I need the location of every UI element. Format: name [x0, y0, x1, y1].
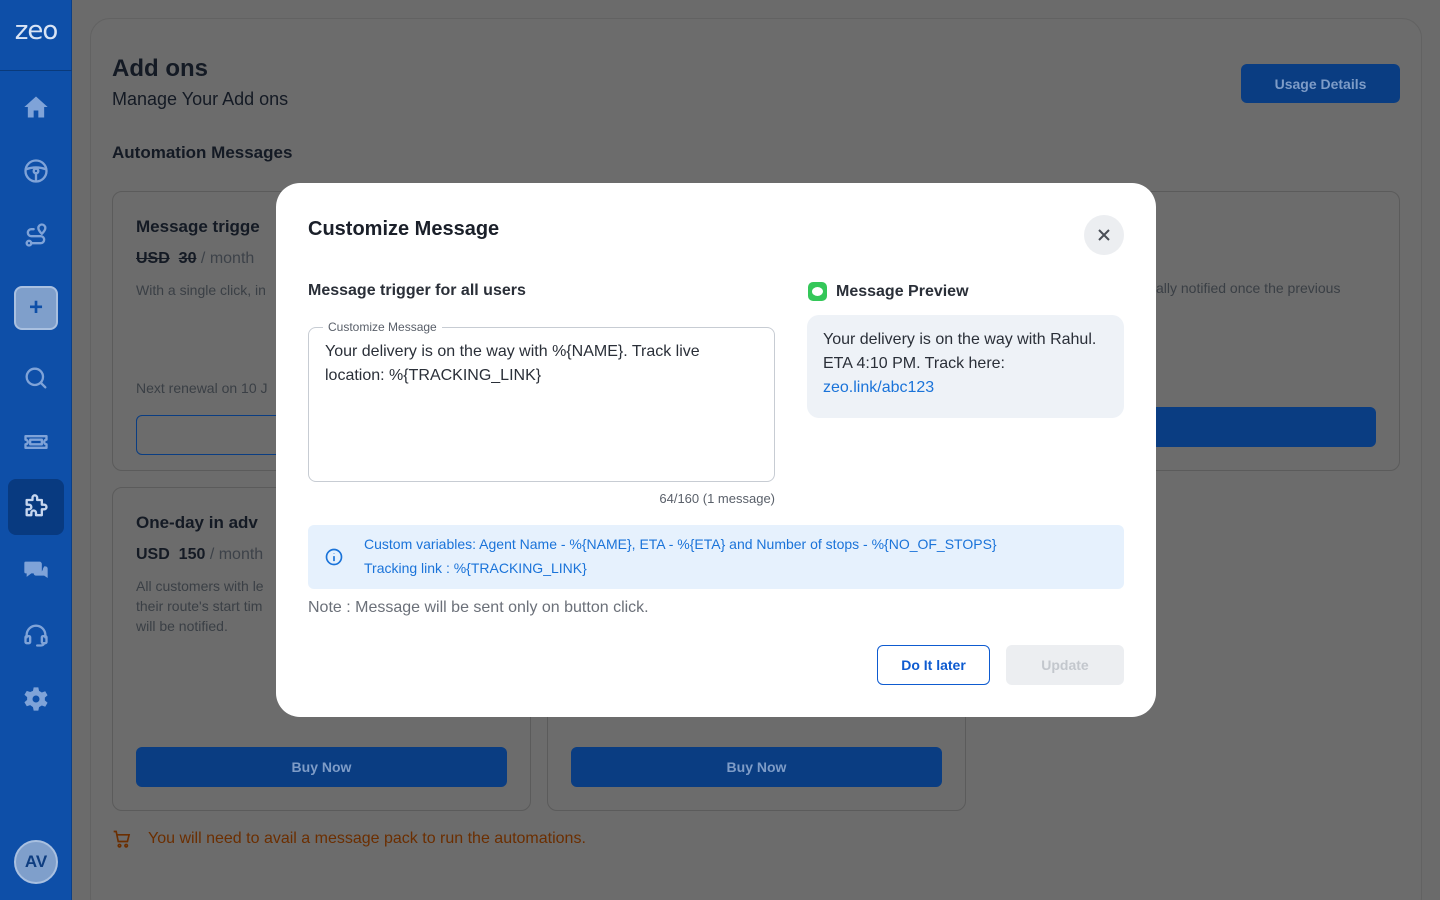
custom-variables-info: Custom variables: Agent Name - %{NAME}, …: [308, 525, 1124, 589]
card-description-line: All customers with le: [136, 578, 264, 594]
message-textarea[interactable]: Your delivery is on the way with %{NAME}…: [325, 340, 755, 470]
sidebar-item-chat[interactable]: [8, 543, 64, 599]
sidebar-item-routes[interactable]: [8, 207, 64, 263]
headset-icon: [24, 624, 48, 647]
info-tracking-link: Tracking link : %{TRACKING_LINK}: [364, 560, 587, 576]
ticket-icon: [24, 435, 48, 449]
message-bubble-icon: [808, 282, 827, 301]
home-icon: [24, 96, 48, 118]
character-count: 64/160 (1 message): [659, 491, 775, 506]
sidebar-item-tickets[interactable]: [8, 414, 64, 470]
gear-icon: [24, 687, 48, 711]
close-button[interactable]: [1084, 215, 1124, 255]
card-description: With a single click, in: [136, 282, 266, 298]
message-field[interactable]: Customize Message Your delivery is on th…: [308, 320, 775, 482]
chat-icon: [24, 561, 48, 578]
preview-text: Your delivery is on the way with Rahul. …: [823, 331, 1097, 372]
buy-now-button[interactable]: Buy Now: [571, 747, 942, 787]
modal-title: Customize Message: [308, 218, 500, 240]
card-action-button[interactable]: [1140, 407, 1376, 447]
search-icon: [25, 367, 47, 389]
do-it-later-button[interactable]: Do It later: [877, 645, 990, 685]
update-button[interactable]: Update: [1006, 645, 1124, 685]
close-icon: [1098, 229, 1110, 241]
route-icon: [25, 223, 47, 247]
preview-link[interactable]: zeo.link/abc123: [823, 379, 934, 396]
user-avatar[interactable]: AV: [14, 840, 58, 884]
card-title: One-day in adv: [136, 513, 258, 532]
price-amount: 30: [178, 250, 197, 267]
page-title: Add ons: [112, 55, 208, 82]
preview-header: Message Preview: [808, 282, 969, 301]
sidebar-item-home[interactable]: [8, 79, 64, 135]
cart-icon: [113, 830, 131, 848]
price-period: / month: [200, 250, 255, 267]
message-pack-warning: You will need to avail a message pack to…: [112, 829, 586, 849]
sidebar-item-addons[interactable]: [8, 479, 64, 535]
preview-label: Message Preview: [836, 282, 969, 300]
sidebar-item-search[interactable]: [8, 350, 64, 406]
sidebar-item-support[interactable]: [8, 607, 64, 663]
price-period: / month: [209, 546, 264, 563]
sidebar-add-button[interactable]: +: [14, 286, 58, 330]
customize-message-modal: Customize Message Message trigger for al…: [276, 183, 1156, 717]
trigger-label: Message trigger for all users: [308, 282, 526, 299]
info-icon: [324, 547, 344, 567]
card-description-line: their route's start tim: [136, 598, 263, 614]
card-description: ally notified once the previous: [1156, 280, 1341, 296]
puzzle-icon: [25, 494, 48, 517]
usage-details-button[interactable]: Usage Details: [1241, 64, 1400, 103]
send-note: Note : Message will be sent only on butt…: [308, 599, 649, 616]
zeo-logo[interactable]: zeo: [0, 16, 72, 46]
card-title: Message trigge: [136, 217, 260, 236]
page-subtitle: Manage Your Add ons: [112, 89, 289, 109]
card-description-line: will be notified.: [136, 618, 228, 634]
price-currency: USD: [136, 546, 170, 563]
info-variables: Custom variables: Agent Name - %{NAME}, …: [364, 536, 997, 552]
sidebar: zeo + AV: [0, 0, 72, 900]
card-price: USD 30 / month: [136, 250, 254, 268]
card-renewal: Next renewal on 10 J: [136, 380, 268, 396]
sidebar-item-settings[interactable]: [8, 671, 64, 727]
price-currency: USD: [136, 250, 170, 267]
buy-now-button[interactable]: Buy Now: [136, 747, 507, 787]
section-title: Automation Messages: [112, 143, 293, 162]
logo-divider: [0, 70, 72, 71]
steering-wheel-icon: [24, 159, 48, 183]
price-amount: 150: [178, 546, 206, 563]
sidebar-item-drive[interactable]: [8, 143, 64, 199]
card-outline-button[interactable]: [136, 415, 296, 455]
message-preview: Your delivery is on the way with Rahul. …: [807, 315, 1124, 418]
warning-text: You will need to avail a message pack to…: [148, 830, 586, 847]
message-field-legend: Customize Message: [323, 320, 442, 334]
card-price: USD 150 / month: [136, 546, 263, 564]
